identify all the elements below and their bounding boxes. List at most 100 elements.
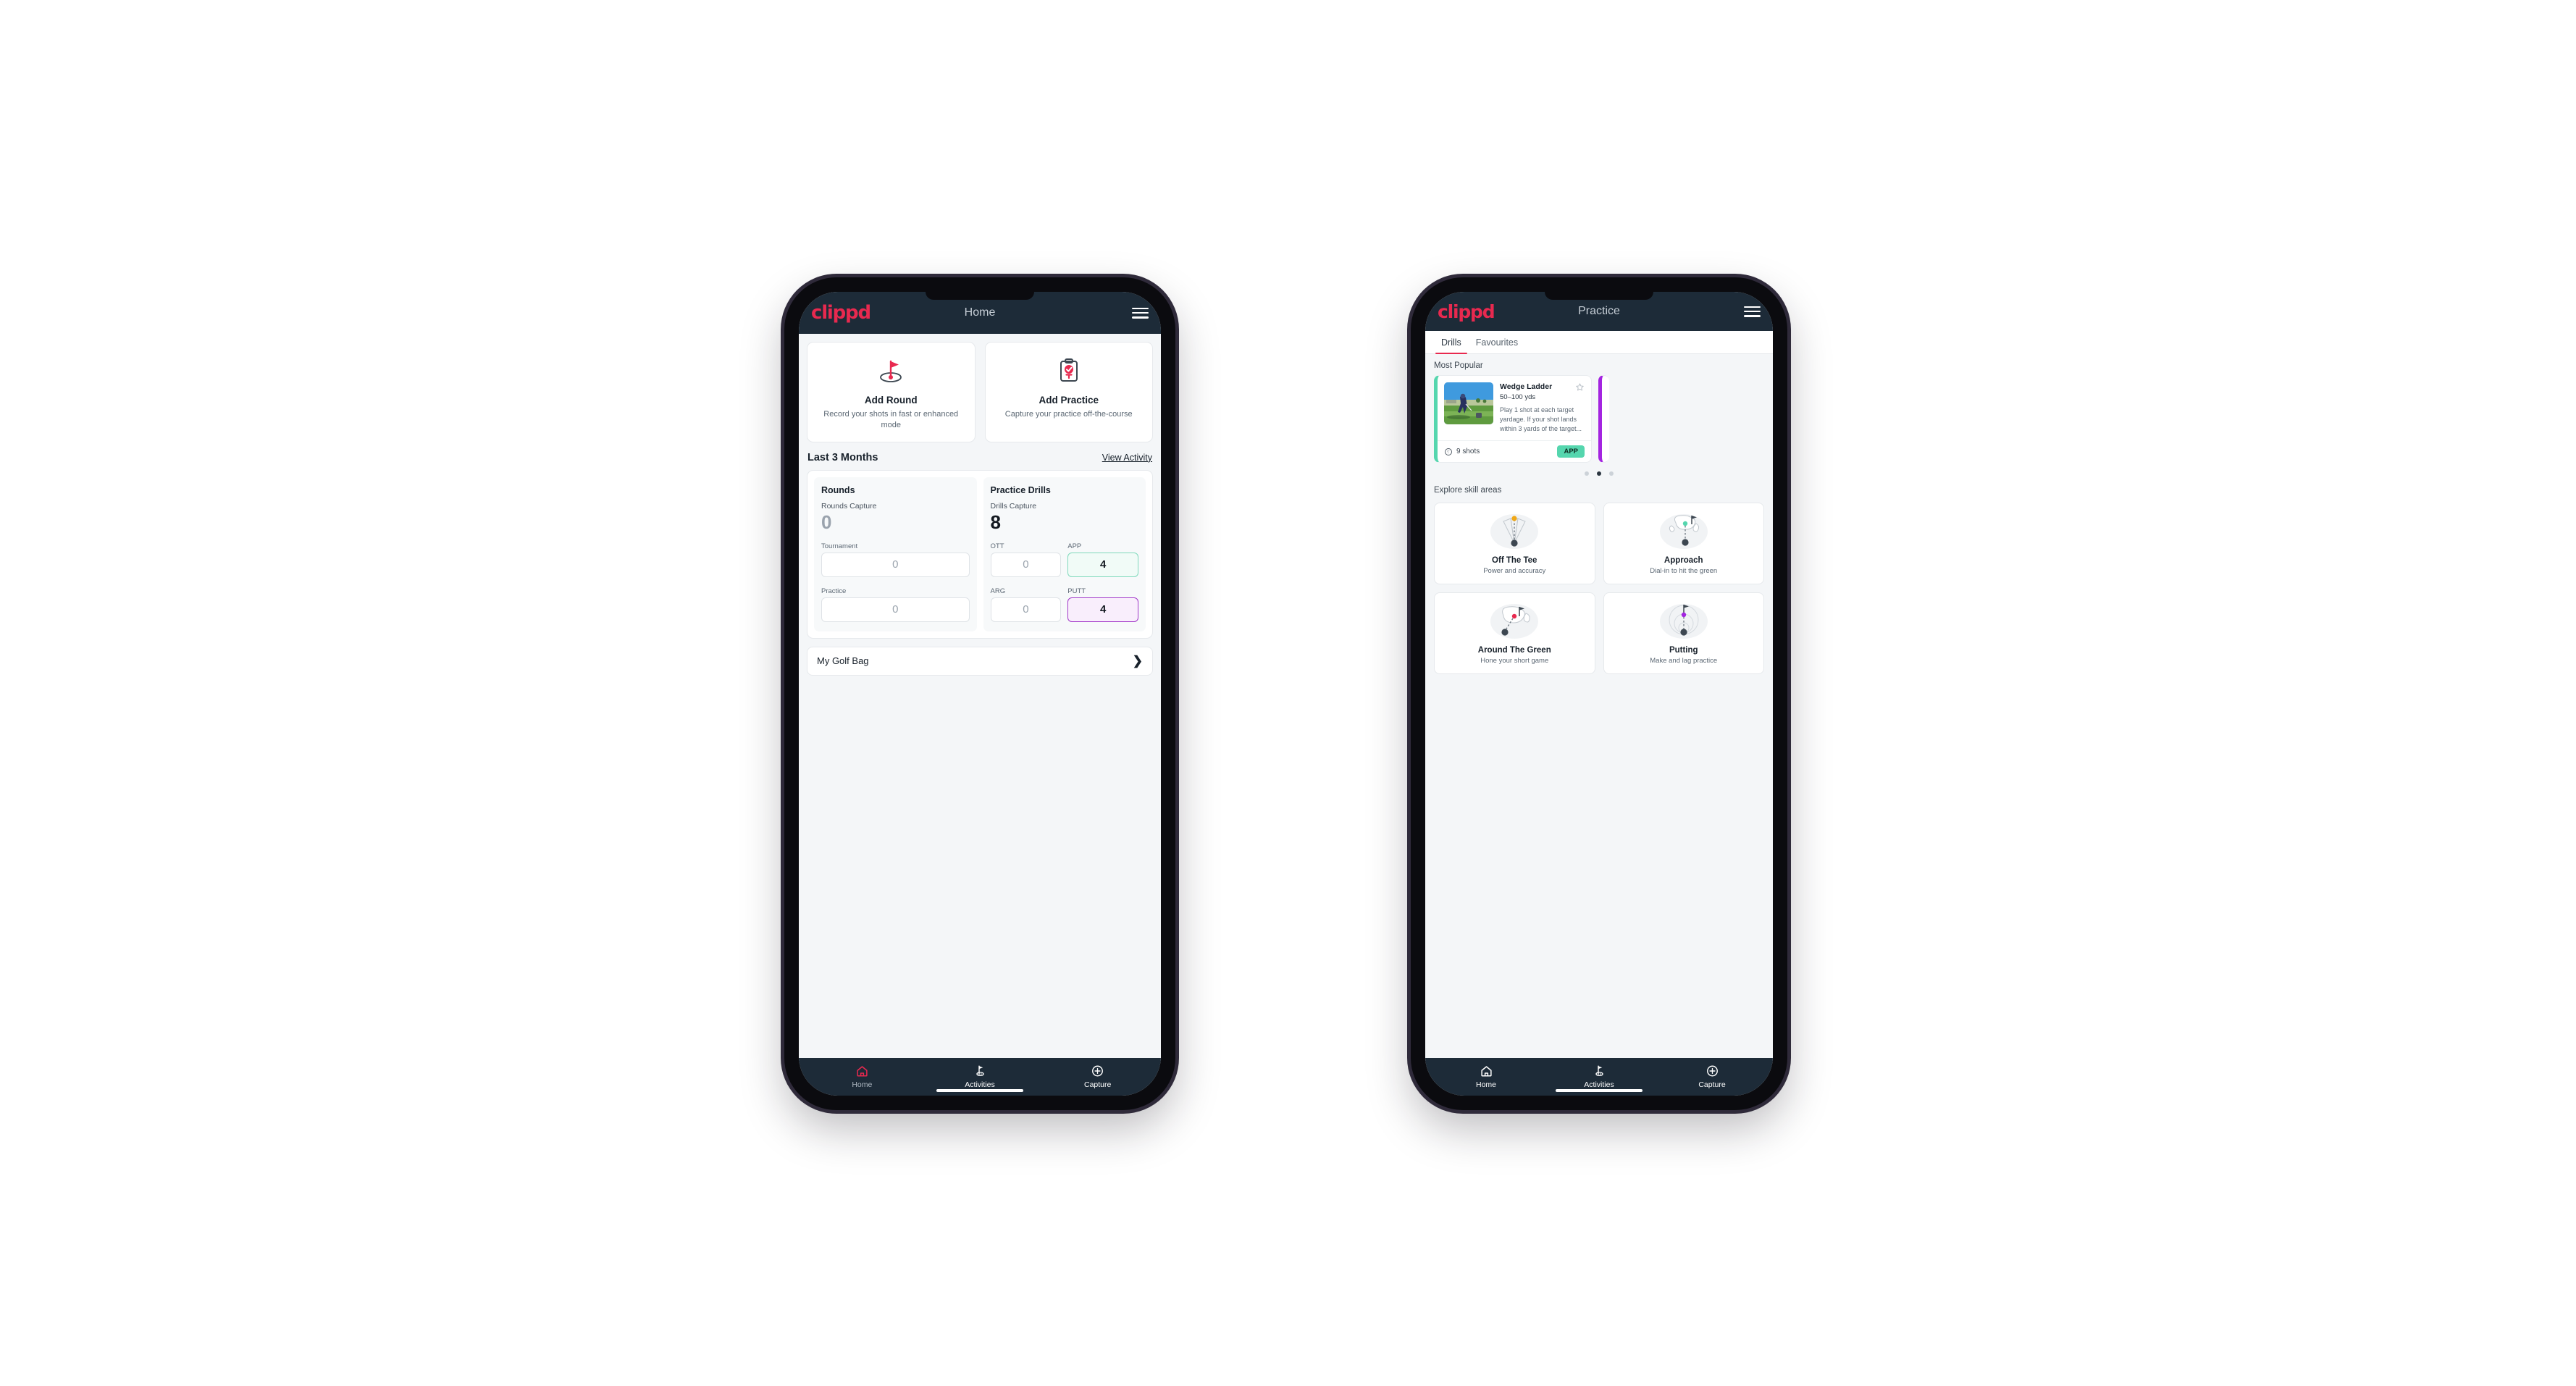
nav-label-activities: Activities: [965, 1080, 995, 1089]
approach-green-icon: [1608, 511, 1760, 552]
drill-yardage: 50–100 yds: [1500, 393, 1536, 401]
nav-item-capture[interactable]: Capture: [1039, 1064, 1157, 1089]
skill-title: Putting: [1669, 646, 1698, 655]
practice-value[interactable]: 0: [821, 597, 970, 622]
hamburger-line: [1132, 307, 1149, 309]
hamburger-menu-icon[interactable]: [1744, 306, 1761, 317]
skill-card-putting[interactable]: Putting Make and lag practice: [1603, 592, 1764, 675]
nav-item-home[interactable]: Home: [803, 1064, 921, 1089]
golf-flag-icon: [1595, 1065, 1603, 1077]
carousel-pagination-dots: [1425, 463, 1773, 479]
phone-device-home: clippd Home Add Round Record your shots …: [784, 277, 1175, 1110]
clipboard-check-tee-icon: [991, 356, 1147, 386]
nav-item-activities[interactable]: Activities: [921, 1064, 1039, 1089]
most-popular-label: Most Popular: [1434, 361, 1483, 370]
add-round-card[interactable]: Add Round Record your shots in fast or e…: [807, 342, 976, 442]
drill-description: Play 1 shot at each target yardage. If y…: [1500, 406, 1582, 433]
practice-label: Practice: [821, 587, 847, 595]
chevron-right-icon: ❯: [1132, 654, 1143, 668]
putt-label: PUTT: [1067, 587, 1086, 595]
quick-actions-row: Add Round Record your shots in fast or e…: [799, 334, 1161, 442]
tournament-label: Tournament: [821, 542, 858, 550]
add-round-title: Add Round: [864, 395, 918, 406]
drills-capture-label: Drills Capture: [990, 501, 1037, 511]
phone-screen-home: clippd Home Add Round Record your shots …: [799, 292, 1161, 1096]
practice-tabs: Drills Favourites: [1425, 331, 1773, 354]
carousel-dot-active[interactable]: [1597, 471, 1601, 476]
skill-card-around-the-green[interactable]: Around The Green Hone your short game: [1434, 592, 1595, 675]
drill-card-wedge-ladder[interactable]: Wedge Ladder 50–100 yds Play 1 shot at e…: [1434, 375, 1592, 463]
skill-title: Off The Tee: [1492, 556, 1537, 566]
carousel-dot[interactable]: [1609, 471, 1614, 476]
arg-value[interactable]: 0: [990, 597, 1062, 622]
phone-device-practice: clippd Practice Drills Favourites Most P…: [1411, 277, 1787, 1110]
drills-carousel[interactable]: Wedge Ladder 50–100 yds Play 1 shot at e…: [1425, 375, 1773, 463]
add-practice-card[interactable]: Add Practice Capture your practice off-t…: [984, 342, 1153, 442]
clippd-logo[interactable]: clippd: [811, 302, 871, 324]
skill-title: Approach: [1664, 556, 1703, 566]
nav-item-home[interactable]: Home: [1430, 1064, 1543, 1089]
hamburger-line: [1744, 315, 1761, 317]
drill-card-top: Wedge Ladder 50–100 yds Play 1 shot at e…: [1438, 376, 1591, 440]
last-3-months-header: Last 3 Months View Activity: [799, 442, 1161, 470]
arg-field: ARG 0: [990, 587, 1062, 622]
nav-label-activities: Activities: [1584, 1080, 1614, 1089]
drill-skill-badge: APP: [1557, 445, 1585, 458]
chip-around-green-icon: [1439, 601, 1590, 642]
phone-screen-practice: clippd Practice Drills Favourites Most P…: [1425, 292, 1773, 1096]
rounds-title: Rounds: [821, 484, 855, 495]
plus-circle-icon: [1706, 1065, 1718, 1077]
drill-card-next-peek[interactable]: [1598, 375, 1609, 463]
drill-card-footer: 9 shots APP: [1438, 440, 1591, 462]
nav-label-home: Home: [852, 1080, 873, 1089]
tournament-field: Tournament 0: [821, 542, 970, 577]
nav-label-capture: Capture: [1698, 1080, 1726, 1089]
skill-card-approach[interactable]: Approach Dial-in to hit the green: [1603, 503, 1764, 585]
ott-value[interactable]: 0: [990, 552, 1062, 577]
stats-card: Rounds Rounds Capture 0 Tournament 0 Pra…: [807, 469, 1153, 639]
explore-skill-areas-label: Explore skill areas: [1434, 486, 1502, 495]
hamburger-line: [1744, 306, 1761, 308]
carousel-dot[interactable]: [1585, 471, 1589, 476]
view-activity-link[interactable]: View Activity: [1102, 453, 1152, 463]
device-notch: [926, 292, 1034, 300]
clippd-logo[interactable]: clippd: [1438, 301, 1495, 322]
nav-label-home: Home: [1475, 1080, 1496, 1089]
putt-value[interactable]: 4: [1067, 597, 1138, 622]
practice-field: Practice 0: [821, 587, 970, 622]
star-outline-icon[interactable]: [1575, 382, 1585, 392]
app-label: APP: [1067, 542, 1082, 550]
my-golf-bag-row[interactable]: My Golf Bag ❯: [807, 646, 1153, 676]
drills-capture-value: 8: [990, 511, 1001, 533]
rounds-capture-label: Rounds Capture: [821, 501, 877, 511]
putting-rings-icon: [1608, 601, 1760, 642]
skill-subtitle: Power and accuracy: [1483, 567, 1546, 576]
skill-title: Around The Green: [1477, 646, 1551, 655]
drill-title-row: Wedge Ladder: [1500, 382, 1585, 392]
ott-label: OTT: [990, 542, 1004, 550]
home-icon: [857, 1066, 868, 1077]
tab-drills[interactable]: Drills: [1434, 331, 1469, 354]
ott-app-row: OTT 0 APP 4: [990, 542, 1138, 577]
app-field: APP 4: [1067, 542, 1138, 577]
tab-favourites[interactable]: Favourites: [1469, 331, 1525, 353]
skill-subtitle: Make and lag practice: [1650, 657, 1718, 665]
nav-item-capture[interactable]: Capture: [1656, 1064, 1769, 1089]
drill-title: Wedge Ladder: [1500, 382, 1553, 391]
section-title: Last 3 Months: [807, 451, 878, 463]
home-indicator-bar: [936, 1089, 1023, 1092]
home-content: Add Round Record your shots in fast or e…: [799, 334, 1161, 1058]
golf-flag-hole-icon: [813, 356, 969, 386]
skill-card-off-the-tee[interactable]: Off The Tee Power and accuracy: [1434, 503, 1595, 585]
nav-item-activities[interactable]: Activities: [1543, 1064, 1656, 1089]
plus-circle-icon: [1092, 1065, 1104, 1077]
bottom-nav-home: Home Activities Capture: [799, 1058, 1161, 1096]
putt-field: PUTT 4: [1067, 587, 1138, 622]
home-icon: [1480, 1066, 1492, 1077]
rounds-capture-value: 0: [821, 511, 832, 533]
tournament-value[interactable]: 0: [821, 552, 970, 577]
app-value[interactable]: 4: [1067, 552, 1138, 577]
hamburger-menu-icon[interactable]: [1132, 307, 1149, 319]
add-round-subtitle: Record your shots in fast or enhanced mo…: [823, 410, 959, 429]
drill-thumbnail: [1444, 382, 1493, 424]
